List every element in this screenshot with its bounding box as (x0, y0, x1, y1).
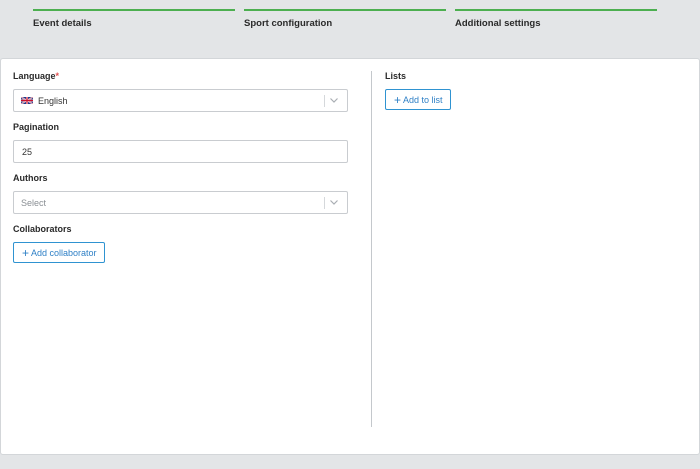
select-separator (324, 197, 325, 209)
step-label: Sport configuration (244, 18, 333, 29)
lists-label: Lists (385, 71, 407, 81)
language-label: Language* (13, 71, 348, 83)
settings-form: Language* English Pagination 25 Authors … (13, 71, 348, 263)
step-sport-configuration[interactable]: Sport configuration (244, 9, 446, 29)
language-select[interactable]: English (13, 89, 348, 112)
chevron-down-icon[interactable] (327, 195, 341, 209)
plus-icon: + (394, 92, 402, 107)
authors-placeholder: Select (21, 198, 47, 208)
required-mark: * (55, 71, 60, 81)
add-to-list-button[interactable]: + Add to list (385, 89, 451, 110)
settings-card: Language* English Pagination 25 Authors … (0, 58, 700, 455)
step-event-details[interactable]: Event details (33, 9, 235, 29)
pagination-value: 25 (22, 147, 33, 157)
add-collaborator-label: Add collaborator (31, 247, 97, 258)
plus-icon: + (22, 245, 30, 260)
authors-select[interactable]: Select (13, 191, 348, 214)
authors-label: Authors (13, 173, 48, 183)
step-additional-settings[interactable]: Additional settings (455, 9, 657, 29)
chevron-down-icon[interactable] (327, 93, 341, 107)
step-label: Event details (33, 18, 92, 29)
language-label-text: Language (13, 71, 56, 81)
step-progress-bar (244, 9, 446, 11)
pagination-label: Pagination (13, 122, 60, 132)
pagination-input[interactable]: 25 (13, 140, 348, 163)
step-label: Additional settings (455, 18, 541, 29)
language-value: English (38, 96, 68, 106)
select-separator (324, 95, 325, 107)
uk-flag-icon (21, 97, 33, 104)
stepper: Event details Sport configuration Additi… (0, 0, 700, 58)
column-divider (371, 71, 372, 427)
step-progress-bar (33, 9, 235, 11)
add-to-list-label: Add to list (403, 94, 443, 105)
collaborators-label: Collaborators (13, 224, 72, 234)
step-progress-bar (455, 9, 657, 11)
add-collaborator-button[interactable]: + Add collaborator (13, 242, 105, 263)
lists-panel: Lists + Add to list (385, 71, 685, 110)
